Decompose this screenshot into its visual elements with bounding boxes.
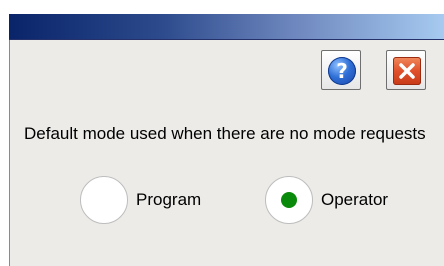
- operator-label[interactable]: Operator: [321, 190, 388, 210]
- dialog-content: [10, 40, 444, 266]
- program-radio-button[interactable]: [80, 176, 128, 224]
- selected-dot-icon: [281, 192, 297, 208]
- program-label[interactable]: Program: [136, 190, 201, 210]
- close-icon: [393, 57, 421, 85]
- help-button[interactable]: ?: [321, 50, 361, 90]
- close-button[interactable]: [386, 50, 426, 90]
- help-icon: ?: [328, 57, 356, 85]
- operator-radio-button[interactable]: [265, 176, 313, 224]
- mode-description: Default mode used when there are no mode…: [24, 124, 426, 143]
- title-bar[interactable]: [9, 14, 444, 40]
- mode-dialog: ? Default mode used when there are no mo…: [0, 0, 444, 266]
